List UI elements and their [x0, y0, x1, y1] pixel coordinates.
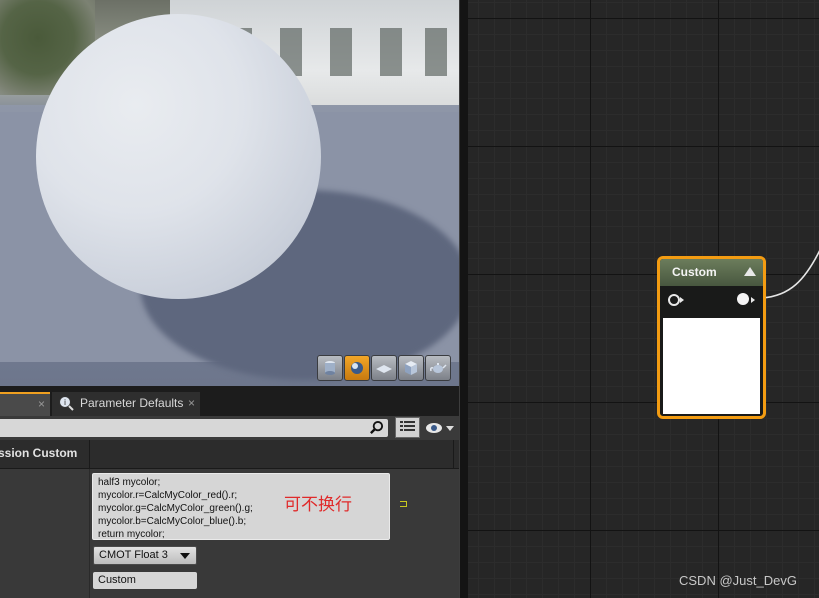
- sphere-preview-button[interactable]: [344, 355, 370, 381]
- details-search-input[interactable]: [0, 419, 388, 437]
- column-divider: [89, 440, 90, 468]
- tab-label: Parameter Defaults: [80, 396, 184, 410]
- tab-details[interactable]: ×: [0, 392, 50, 416]
- teapot-preview-button[interactable]: [425, 355, 451, 381]
- preview-shape-toolbar: [317, 355, 451, 381]
- plane-preview-icon: [376, 365, 392, 373]
- dropdown-value: CMOT Float 3: [99, 549, 168, 561]
- property-rows: half3 mycolor; mycolor.r=CalcMyColor_red…: [0, 469, 459, 598]
- node-header[interactable]: Custom: [660, 259, 763, 286]
- input-pin-icon[interactable]: [668, 294, 680, 306]
- node-preview-swatch: [663, 318, 760, 414]
- section-title: ssion Custom: [0, 446, 78, 460]
- tab-parameter-defaults[interactable]: i Parameter Defaults ×: [52, 392, 200, 416]
- node-connection-wire: [761, 250, 819, 299]
- eye-visibility-icon[interactable]: [425, 421, 455, 435]
- tab-close-icon[interactable]: ×: [38, 397, 45, 411]
- details-search-row: [0, 416, 459, 440]
- details-tab-bar: × i Parameter Defaults ×: [0, 386, 459, 416]
- category-header[interactable]: ssion Custom: [0, 440, 459, 469]
- code-line: mycolor.b=CalcMyColor_blue().b;: [98, 516, 247, 527]
- material-preview-viewport[interactable]: [0, 0, 459, 386]
- input-pin-arrow-icon: [680, 297, 684, 303]
- search-icon: [370, 420, 384, 434]
- cylinder-preview-icon: [325, 361, 335, 375]
- sphere-preview-icon: [351, 362, 363, 374]
- code-line: return mycolor;: [98, 529, 165, 540]
- output-pin-icon[interactable]: [737, 293, 749, 305]
- search-info-icon: i: [59, 396, 74, 411]
- description-value: Custom: [98, 574, 136, 586]
- output-pin-arrow-icon: [751, 297, 755, 303]
- svg-text:i: i: [64, 398, 66, 407]
- watermark-text: CSDN @Just_DevG: [679, 573, 797, 588]
- custom-expression-node[interactable]: Custom: [657, 256, 766, 419]
- collapse-triangle-icon[interactable]: [744, 267, 756, 276]
- tab-close-icon[interactable]: ×: [188, 392, 195, 414]
- column-divider: [89, 469, 90, 598]
- chevron-down-icon: [180, 553, 190, 559]
- cube-preview-icon: [405, 361, 417, 375]
- node-title: Custom: [672, 265, 717, 279]
- grid-list-icon: [400, 421, 415, 431]
- details-panel: × i Parameter Defaults × ssion Custom ha…: [0, 386, 459, 598]
- cylinder-preview-button[interactable]: [317, 355, 343, 381]
- plane-preview-button[interactable]: [371, 355, 397, 381]
- column-divider: [453, 440, 454, 468]
- output-type-dropdown[interactable]: CMOT Float 3: [93, 546, 197, 565]
- preview-sphere: [36, 14, 321, 299]
- panel-splitter[interactable]: [459, 0, 468, 598]
- cube-preview-button[interactable]: [398, 355, 424, 381]
- teapot-preview-icon: [430, 363, 447, 373]
- description-field[interactable]: Custom: [93, 572, 197, 589]
- expand-arrow-icon[interactable]: [400, 501, 407, 507]
- code-line: half3 mycolor;: [98, 477, 161, 488]
- annotation-text: 可不换行: [284, 495, 352, 514]
- view-options-button[interactable]: [395, 417, 420, 438]
